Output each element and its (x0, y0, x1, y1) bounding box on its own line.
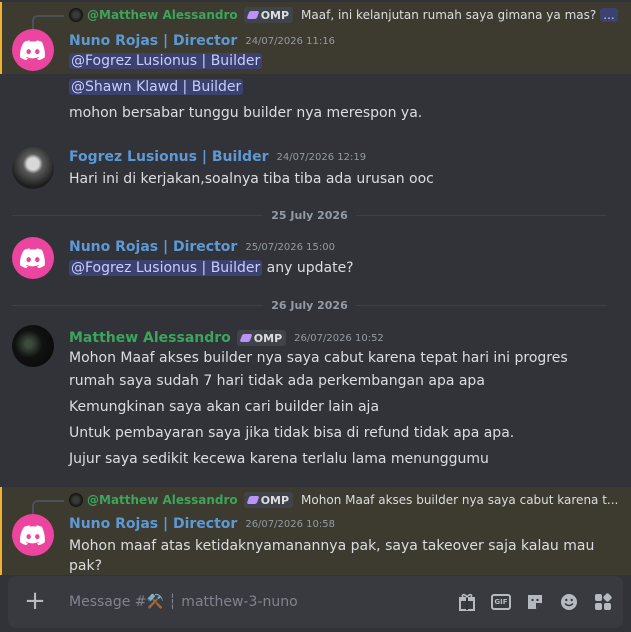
message-line: Mohon maaf atas ketidaknyamanannya pak, … (69, 538, 595, 554)
avatar[interactable] (12, 147, 54, 189)
avatar[interactable] (12, 325, 54, 367)
role-tag: OMP (243, 492, 294, 508)
author-name[interactable]: Nuno Rojas | Director (69, 33, 237, 49)
message-line: @Fogrez Lusionus | Builder (69, 53, 263, 69)
author-name[interactable]: Nuno Rojas | Director (69, 516, 237, 532)
date-divider: 25 July 2026 (12, 207, 608, 223)
reply-preview[interactable]: @Matthew Alessandro OMP Maaf, ini kelanj… (32, 6, 618, 29)
message-line: pak? (69, 558, 103, 574)
timestamp: 26/07/2026 10:52 (294, 332, 384, 344)
message-line: @Shawn Klawd | Builder (69, 79, 244, 95)
message-header: Fogrez Lusionus | Builder 24/07/2026 12:… (69, 147, 366, 167)
gem-icon (246, 496, 260, 504)
composer-tools: GIF (457, 592, 613, 612)
apps-icon[interactable] (593, 592, 613, 612)
message-text: Hari ini di kerjakan,soalnya tiba tiba a… (69, 171, 434, 187)
plus-icon[interactable]: + (22, 588, 48, 614)
message-header: Matthew Alessandro OMP 26/07/2026 10:52 (69, 328, 384, 348)
discord-logo-icon (20, 525, 45, 545)
discord-logo-icon (20, 248, 45, 268)
message-list: @Matthew Alessandro OMP Maaf, ini kelanj… (0, 0, 631, 575)
timestamp: 25/07/2026 15:00 (245, 241, 335, 253)
message-header: Nuno Rojas | Director 24/07/2026 11:16 (69, 31, 335, 51)
sticker-icon[interactable] (525, 592, 545, 612)
divider-rule (12, 214, 264, 216)
reply-text: Mohon Maaf akses builder nya saya cabut … (301, 493, 619, 507)
author-name[interactable]: Nuno Rojas | Director (69, 239, 237, 255)
date-label: 25 July 2026 (271, 208, 348, 222)
avatar[interactable] (12, 237, 54, 279)
reply-text: Maaf, ini kelanjutan rumah saya gimana y… (301, 8, 597, 22)
mention[interactable]: @Fogrez Lusionus | Builder (69, 260, 263, 276)
message-line: Mohon Maaf akses builder nya saya cabut … (69, 350, 568, 366)
role-tag: OMP (243, 7, 294, 23)
message-composer[interactable]: + Message #⚒️ ┆ matthew-3-nuno GIF (8, 576, 623, 628)
reply-author[interactable]: @Matthew Alessandro (87, 493, 238, 507)
message-line: rumah saya sudah 7 hari tidak ada perkem… (69, 373, 485, 389)
gift-icon[interactable] (457, 592, 477, 612)
message-header: Nuno Rojas | Director 26/07/2026 10:58 (69, 514, 335, 534)
reply-spine (32, 500, 64, 514)
timestamp: 26/07/2026 10:58 (245, 518, 335, 530)
message-input[interactable]: Message #⚒️ ┆ matthew-3-nuno (69, 594, 298, 610)
reply-avatar (69, 493, 83, 507)
message-header: Nuno Rojas | Director 25/07/2026 15:00 (69, 237, 335, 257)
date-label: 26 July 2026 (271, 298, 348, 312)
divider-rule (12, 304, 264, 306)
reply-more: ... (600, 8, 618, 22)
reply-avatar (69, 8, 83, 22)
avatar[interactable] (12, 29, 54, 71)
divider-rule (355, 304, 608, 306)
gif-icon[interactable]: GIF (491, 592, 511, 612)
message-line: Untuk pembayaran saya jika tidak bisa di… (69, 425, 515, 441)
mention[interactable]: @Fogrez Lusionus | Builder (69, 53, 263, 69)
message-highlighted[interactable]: @Matthew Alessandro OMP Mohon Maaf akses… (0, 487, 631, 575)
author-name[interactable]: Matthew Alessandro (69, 330, 231, 346)
message-line: Kemungkinan saya akan cari builder lain … (69, 399, 380, 415)
timestamp: 24/07/2026 12:19 (276, 151, 367, 163)
gem-icon (246, 11, 260, 19)
role-tag: OMP (236, 330, 287, 346)
message-highlighted[interactable]: @Matthew Alessandro OMP Maaf, ini kelanj… (0, 2, 631, 74)
divider-rule (355, 214, 608, 216)
author-name[interactable]: Fogrez Lusionus | Builder (69, 149, 268, 165)
gem-icon (239, 334, 253, 342)
date-divider: 26 July 2026 (12, 297, 608, 313)
message-text: any update? (262, 260, 354, 276)
mention[interactable]: @Shawn Klawd | Builder (69, 79, 244, 95)
timestamp: 24/07/2026 11:16 (245, 35, 335, 47)
avatar[interactable] (12, 514, 54, 556)
reply-spine (32, 15, 64, 29)
message-text: mohon bersabar tunggu builder nya meresp… (69, 105, 423, 121)
emoji-icon[interactable] (559, 592, 579, 612)
discord-logo-icon (20, 40, 45, 60)
reply-preview[interactable]: @Matthew Alessandro OMP Mohon Maaf akses… (32, 491, 619, 514)
message-line: Jujur saya sedikit kecewa karena terlalu… (69, 451, 489, 467)
message-line: @Fogrez Lusionus | Builder any update? (69, 260, 354, 276)
reply-author[interactable]: @Matthew Alessandro (87, 8, 238, 22)
